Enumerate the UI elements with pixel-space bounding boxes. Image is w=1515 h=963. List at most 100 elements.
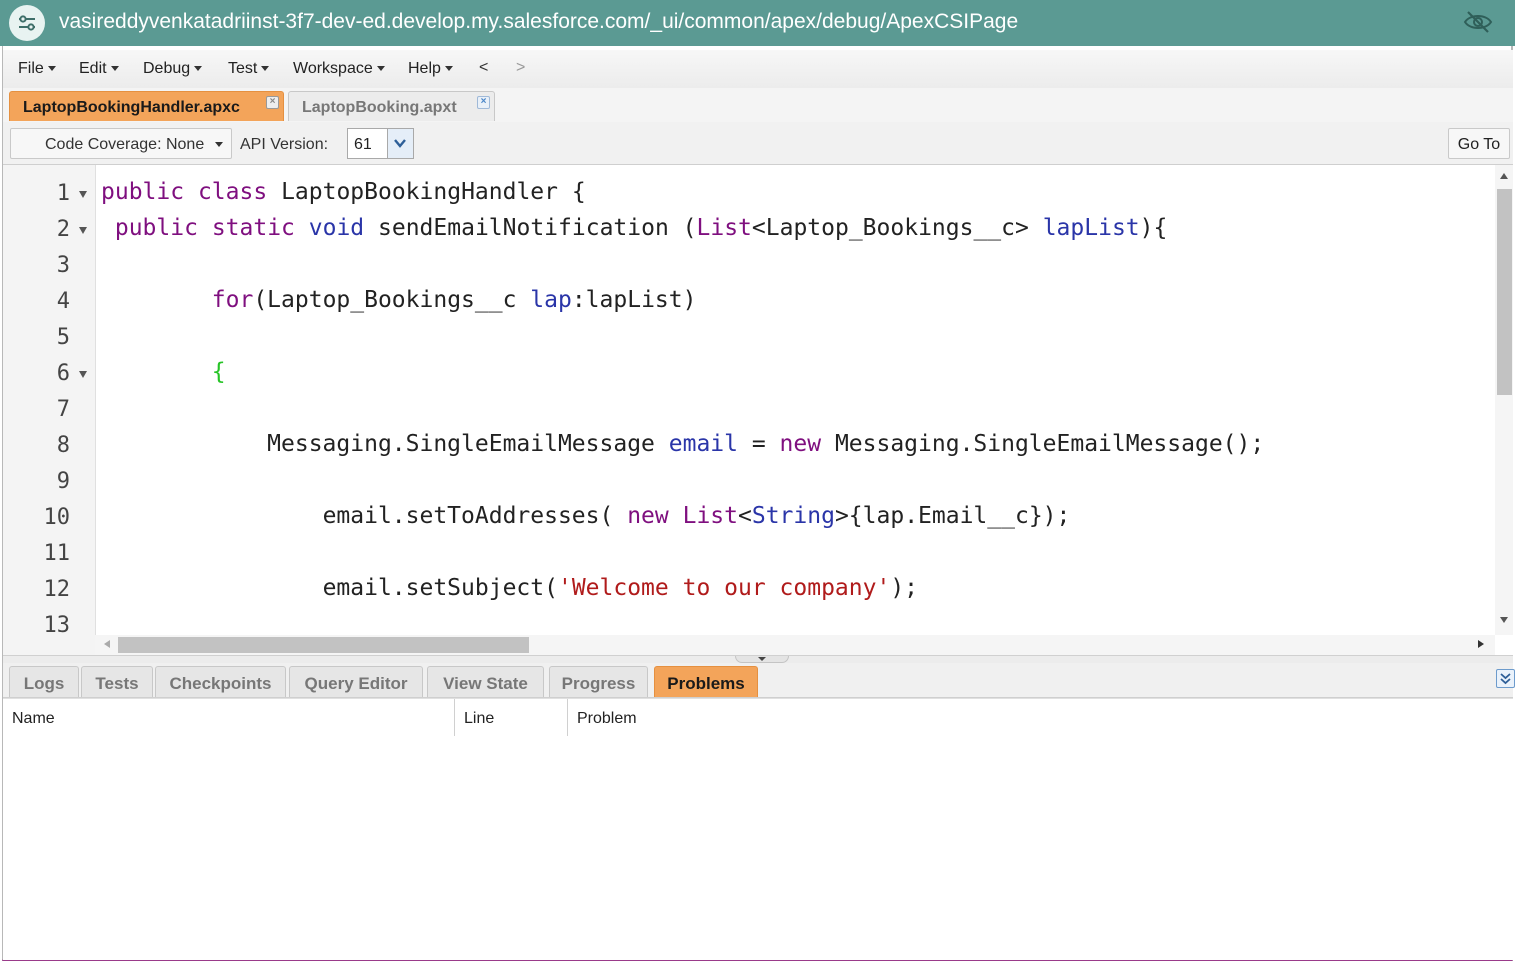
tab-progress[interactable]: Progress (549, 666, 648, 697)
horizontal-scrollbar[interactable] (95, 635, 1495, 655)
code-coverage-dropdown[interactable]: Code Coverage: None (10, 128, 232, 159)
line-number: 1 (56, 181, 70, 206)
menu-help[interactable]: Help (408, 60, 453, 78)
scroll-right-arrow-icon[interactable] (1478, 640, 1484, 648)
eye-slash-icon[interactable] (1463, 10, 1493, 39)
scroll-up-arrow-icon[interactable] (1500, 173, 1508, 179)
menu-help-label: Help (408, 60, 441, 77)
problems-table-body (3, 736, 1513, 960)
line-number: 9 (56, 469, 70, 494)
code-text: email.setSubject('Welcome to our company… (322, 575, 919, 601)
caret-down-icon (215, 142, 223, 147)
code-text: email.setToAddresses( new List<String>{l… (322, 503, 1071, 529)
menu-test[interactable]: Test (228, 60, 270, 78)
scroll-down-arrow-icon[interactable] (1500, 617, 1508, 623)
collapse-handle[interactable] (735, 656, 789, 663)
menu-debug-label: Debug (143, 60, 191, 77)
tab-checkpoints[interactable]: Checkpoints (155, 666, 286, 697)
tab-view-state[interactable]: View State (427, 666, 544, 697)
code-line: 11 (3, 531, 1493, 567)
line-number: 8 (56, 433, 70, 458)
scroll-left-arrow-icon[interactable] (104, 640, 110, 648)
code-text: { (211, 359, 226, 385)
collapse-panel-icon[interactable] (1496, 669, 1515, 688)
caret-down-icon (47, 66, 56, 72)
caret-down-icon (261, 66, 270, 72)
caret-down-icon (444, 66, 453, 72)
code-line: 13 (3, 603, 1493, 639)
scroll-thumb[interactable] (1497, 189, 1512, 395)
code-line: 2 public static void sendEmailNotificati… (3, 207, 1493, 243)
code-coverage-label: Code Coverage: None (45, 136, 205, 153)
code-text: public static void sendEmailNotification… (114, 215, 1168, 241)
line-number: 7 (56, 397, 70, 422)
column-header-line[interactable]: Line (455, 699, 568, 736)
code-line: 3 (3, 243, 1493, 279)
caret-down-icon (110, 66, 119, 72)
code-line: 4 for(Laptop_Bookings__c lap:lapList) (3, 279, 1493, 315)
tab-tests[interactable]: Tests (81, 666, 153, 697)
line-number: 2 (56, 217, 70, 242)
menu-file-label: File (18, 60, 44, 77)
menu-workspace-label: Workspace (293, 60, 373, 77)
nav-forward-button[interactable]: > (516, 59, 525, 77)
editor-toolbar: Code Coverage: None API Version: 61 Go T… (3, 122, 1513, 165)
code-line: 9 (3, 459, 1493, 495)
tab-query-editor[interactable]: Query Editor (289, 666, 423, 697)
tab-label: LaptopBookingHandler.apxc (23, 99, 240, 116)
file-tab-strip: LaptopBookingHandler.apxc × LaptopBookin… (3, 88, 1513, 123)
column-header-name[interactable]: Name (3, 699, 455, 736)
tab-problems[interactable]: Problems (654, 666, 758, 697)
code-line: 6 { (3, 351, 1493, 387)
menu-workspace[interactable]: Workspace (293, 60, 385, 78)
line-number: 4 (56, 289, 70, 314)
tab-laptopbooking[interactable]: LaptopBooking.apxt × (288, 91, 495, 121)
code-line: 1 public class LaptopBookingHandler { (3, 171, 1493, 207)
bottom-panel-tabs: Logs Tests Checkpoints Query Editor View… (3, 663, 1515, 698)
vertical-scrollbar[interactable] (1495, 165, 1513, 635)
line-number: 11 (43, 541, 71, 566)
site-settings-icon[interactable] (9, 5, 45, 41)
browser-address-bar: vasireddyvenkatadriinst-3f7-dev-ed.devel… (0, 0, 1515, 46)
menu-file[interactable]: File (18, 60, 56, 78)
code-line: 10 email.setToAddresses( new List<String… (3, 495, 1493, 531)
line-number: 5 (56, 325, 70, 350)
line-number: 3 (56, 253, 70, 278)
tab-label: LaptopBooking.apxt (302, 99, 457, 116)
caret-down-icon (194, 66, 203, 72)
nav-back-button[interactable]: < (479, 59, 488, 77)
chevron-down-icon (758, 657, 766, 661)
code-line: 8 Messaging.SingleEmailMessage email = n… (3, 423, 1493, 459)
code-editor[interactable]: 1 public class LaptopBookingHandler { 2 … (3, 165, 1513, 655)
menu-edit-label: Edit (79, 60, 107, 77)
menu-bar: File Edit Debug Test Workspace Help < > (3, 50, 1513, 89)
code-line: 7 (3, 387, 1493, 423)
tab-laptopbookinghandler[interactable]: LaptopBookingHandler.apxc × (9, 91, 284, 121)
go-to-button[interactable]: Go To (1448, 128, 1510, 159)
api-version-select[interactable]: 61 (347, 128, 414, 159)
menu-edit[interactable]: Edit (79, 60, 119, 78)
caret-down-icon (376, 66, 385, 72)
close-icon[interactable]: × (266, 96, 279, 109)
tab-logs[interactable]: Logs (9, 666, 79, 697)
code-text: public class LaptopBookingHandler { (101, 179, 586, 205)
column-header-problem[interactable]: Problem (568, 699, 1513, 736)
problems-table-header: Name Line Problem (3, 698, 1513, 737)
line-number: 6 (56, 361, 70, 386)
code-line: 5 (3, 315, 1493, 351)
url-text[interactable]: vasireddyvenkatadriinst-3f7-dev-ed.devel… (59, 10, 1018, 34)
menu-debug[interactable]: Debug (143, 60, 203, 78)
fold-arrow-icon[interactable] (79, 227, 87, 234)
line-number: 10 (43, 505, 71, 530)
api-version-value: 61 (354, 136, 372, 153)
code-text: for(Laptop_Bookings__c lap:lapList) (211, 287, 697, 313)
scroll-thumb[interactable] (118, 637, 529, 653)
line-number: 13 (43, 613, 71, 638)
fold-arrow-icon[interactable] (79, 191, 87, 198)
chevron-down-icon[interactable] (387, 129, 413, 158)
api-version-label: API Version: (240, 136, 329, 153)
line-number: 12 (43, 577, 71, 602)
close-icon[interactable]: × (477, 96, 490, 109)
fold-arrow-icon[interactable] (79, 371, 87, 378)
code-line: 12 email.setSubject('Welcome to our comp… (3, 567, 1493, 603)
